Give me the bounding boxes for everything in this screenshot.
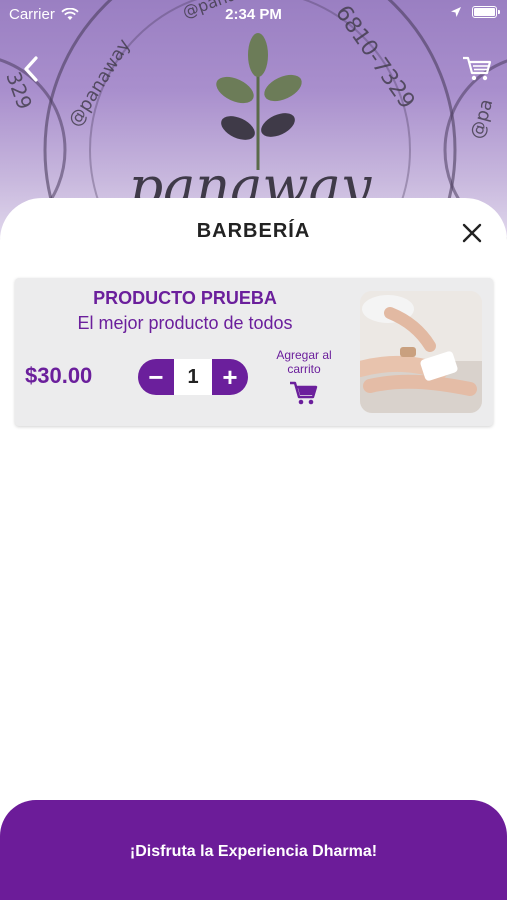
svg-text:@panaway: @panaway	[64, 35, 135, 131]
product-image	[360, 291, 482, 413]
product-card: PRODUCTO PRUEBA El mejor producto de tod…	[15, 278, 493, 426]
product-photo-graphic	[360, 291, 482, 413]
cart-button[interactable]	[461, 52, 493, 84]
add-to-cart-button[interactable]: Agregar al carrito	[267, 348, 341, 411]
product-name: PRODUCTO PRUEBA	[93, 288, 277, 308]
status-right	[450, 6, 500, 18]
footer-label: ¡Disfruta la Experiencia Dharma!	[129, 843, 378, 860]
footer-banner-button[interactable]: ¡Disfruta la Experiencia Dharma!	[0, 800, 507, 900]
status-time: 2:34 PM	[225, 6, 282, 23]
quantity-stepper: − 1 +	[138, 359, 248, 395]
increment-button[interactable]: +	[212, 359, 248, 395]
close-button[interactable]	[461, 222, 483, 244]
back-button[interactable]	[18, 54, 46, 84]
decrement-button[interactable]: −	[138, 359, 174, 395]
location-icon	[451, 7, 461, 17]
status-bar: Carrier 2:34 PM	[0, 0, 507, 30]
svg-text:@pa: @pa	[467, 97, 498, 142]
back-icon	[24, 56, 38, 82]
close-icon	[462, 223, 482, 243]
cart-icon	[290, 381, 318, 405]
page-title: BARBERÍA	[196, 220, 311, 242]
product-description: El mejor producto de todos	[77, 313, 293, 333]
quantity-value[interactable]: 1	[174, 359, 212, 395]
add-to-cart-label: Agregar al carrito	[276, 348, 332, 376]
cart-icon	[463, 56, 492, 81]
battery-icon	[472, 6, 500, 18]
product-price: $30.00	[25, 363, 93, 388]
product-sheet: BARBERÍA PRODUCTO PRUEBA El mejor produc…	[0, 198, 507, 900]
